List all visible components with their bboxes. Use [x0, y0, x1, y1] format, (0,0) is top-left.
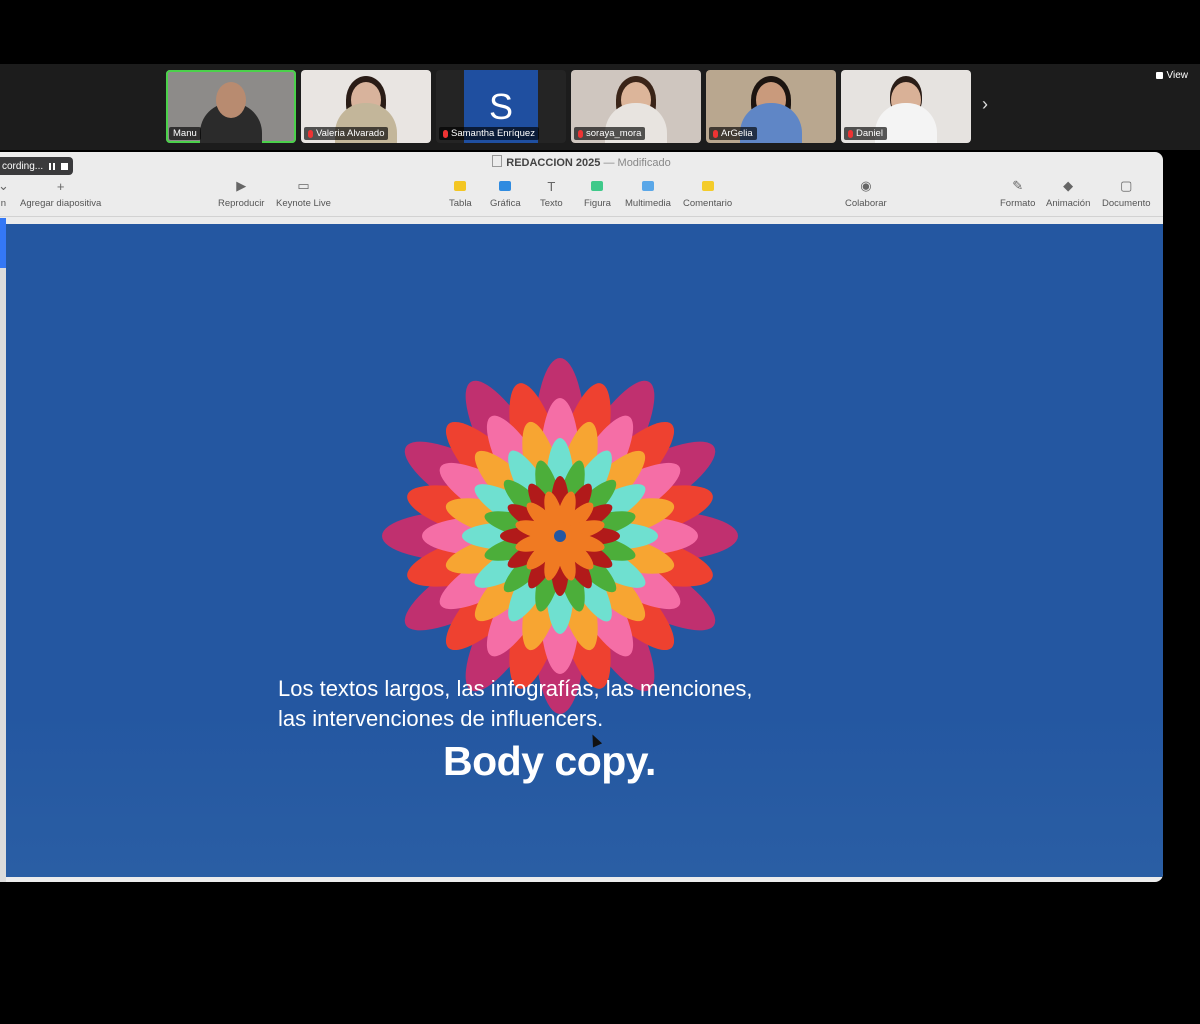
document-icon: [492, 155, 503, 167]
mic-muted-icon: [713, 129, 718, 138]
view-menu-button[interactable]: ⌄ n: [0, 178, 9, 209]
participant-tile-manu[interactable]: Manu: [166, 70, 296, 143]
participant-tile-argelia[interactable]: ArGelia: [706, 70, 836, 143]
flower-graphic: [382, 358, 738, 714]
mic-muted-icon: [848, 129, 853, 138]
square-icon: ▢: [1120, 178, 1133, 193]
participant-tile-soraya[interactable]: soraya_mora: [571, 70, 701, 143]
slide-title: Body copy.: [443, 738, 656, 784]
window-title-bar: REDACCION 2025 — Modificado: [0, 152, 1163, 174]
participant-tile-valeria[interactable]: Valeria Alvarado: [301, 70, 431, 143]
table-icon: [454, 178, 467, 194]
play-button[interactable]: ▶ Reproducir: [218, 178, 264, 209]
chevron-right-icon[interactable]: ›: [982, 94, 988, 115]
chevron-down-icon: ⌄: [0, 178, 9, 193]
format-button[interactable]: ✎ Formato: [1000, 178, 1035, 209]
media-button[interactable]: Multimedia: [625, 178, 671, 209]
mic-muted-icon: [308, 129, 313, 138]
keynote-window: REDACCION 2025 — Modificado ⌄ n + Agrega…: [0, 152, 1163, 882]
add-person-icon: ◉: [860, 178, 872, 193]
stop-icon[interactable]: [61, 162, 69, 170]
laptop-broadcast-icon: ▭: [297, 178, 310, 193]
recording-label: cording...: [2, 160, 44, 172]
plus-icon: +: [56, 178, 65, 194]
participant-name: Samantha Enríquez: [439, 127, 539, 140]
mic-muted-icon: [578, 129, 583, 138]
participant-tile-samantha[interactable]: S Samantha Enríquez: [436, 70, 566, 143]
collaborate-button[interactable]: ◉ Colaborar: [845, 178, 887, 209]
table-button[interactable]: Tabla: [449, 178, 472, 209]
diamond-icon: ◆: [1063, 178, 1074, 193]
text-icon: T: [547, 178, 556, 194]
document-title: REDACCION 2025: [506, 157, 601, 169]
media-icon: [641, 178, 654, 194]
comment-icon: [701, 178, 714, 194]
participant-name: Manu: [169, 127, 201, 140]
grid-icon: [1155, 72, 1163, 79]
shape-icon: [591, 178, 604, 194]
document-status: Modificado: [617, 157, 671, 169]
flower-center: [554, 530, 566, 542]
toolbar-divider: [0, 216, 1163, 217]
animate-button[interactable]: ◆ Animación: [1046, 178, 1090, 209]
body-line-1: Los textos largos, las infografías, las …: [278, 676, 753, 701]
chart-button[interactable]: Gráfica: [490, 178, 521, 209]
play-icon: ▶: [236, 178, 247, 193]
body-line-2: las intervenciones de influencers.: [278, 706, 604, 731]
comment-button[interactable]: Comentario: [683, 178, 732, 209]
keynote-live-button[interactable]: ▭ Keynote Live: [276, 178, 331, 209]
recording-indicator: cording...: [0, 157, 74, 175]
chart-icon: [499, 178, 512, 194]
view-button[interactable]: View: [1155, 70, 1189, 81]
text-button[interactable]: T Texto: [540, 178, 563, 210]
slide-canvas[interactable]: Los textos largos, las infografías, las …: [6, 224, 1163, 877]
pause-icon[interactable]: [49, 162, 56, 170]
participant-name: Valeria Alvarado: [304, 127, 389, 140]
participant-gallery: Manu Valeria Alvarado S Samantha Enríque…: [166, 70, 971, 143]
add-slide-button[interactable]: + Agregar diapositiva: [20, 178, 101, 210]
participant-name: ArGelia: [709, 127, 757, 140]
participant-name: Daniel: [844, 127, 887, 140]
participant-tile-daniel[interactable]: Daniel: [841, 70, 971, 143]
paintbrush-icon: ✎: [1012, 178, 1024, 193]
mic-muted-icon: [443, 129, 448, 138]
view-label: View: [1166, 70, 1189, 81]
document-button[interactable]: ▢ Documento: [1102, 178, 1151, 209]
participant-face: [216, 82, 246, 118]
slide-body-text: Los textos largos, las infografías, las …: [278, 674, 752, 734]
title-separator: —: [603, 157, 615, 169]
participant-name: soraya_mora: [574, 127, 646, 140]
shape-button[interactable]: Figura: [584, 178, 611, 209]
